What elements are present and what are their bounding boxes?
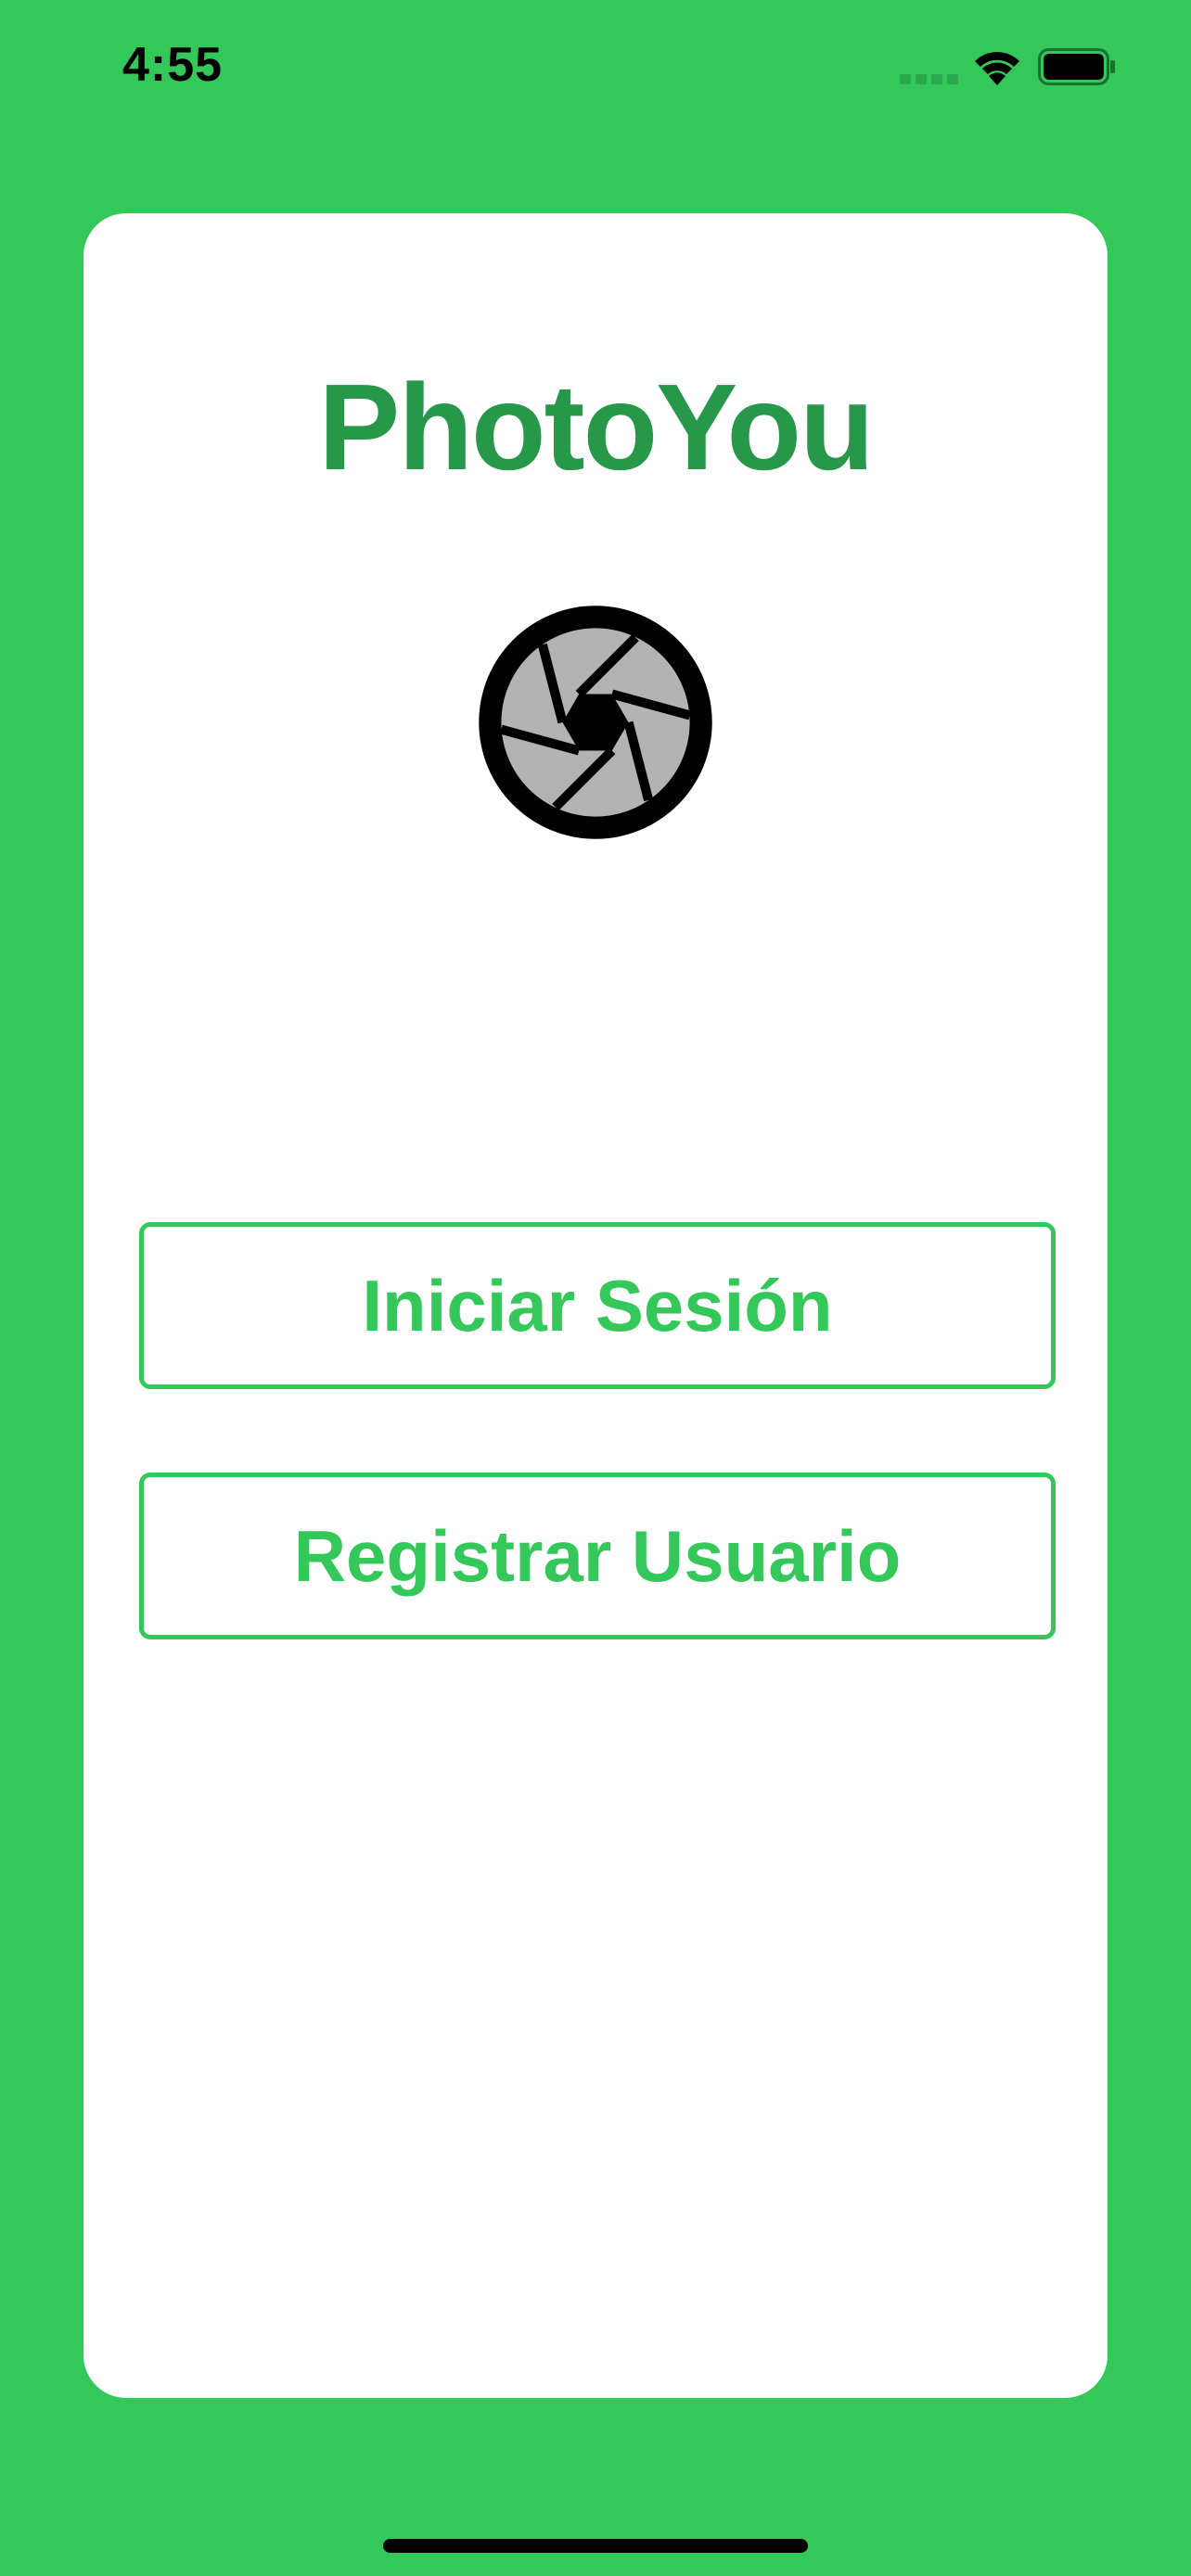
wifi-icon [975, 52, 1019, 85]
status-bar: 4:55 [0, 0, 1191, 139]
register-button-label: Registrar Usuario [293, 1514, 902, 1597]
app-title: PhotoYou [318, 359, 874, 495]
status-time: 4:55 [122, 38, 224, 92]
login-button[interactable]: Iniciar Sesión [139, 1222, 1056, 1389]
cellular-signal-icon [900, 74, 958, 84]
battery-icon [1038, 48, 1115, 85]
main-card: PhotoYou Iniciar Sesión Registrar Usuari… [83, 213, 1108, 2398]
camera-aperture-icon [479, 606, 712, 839]
register-button[interactable]: Registrar Usuario [139, 1473, 1056, 1639]
home-indicator[interactable] [383, 2539, 808, 2553]
login-button-label: Iniciar Sesión [362, 1264, 833, 1346]
